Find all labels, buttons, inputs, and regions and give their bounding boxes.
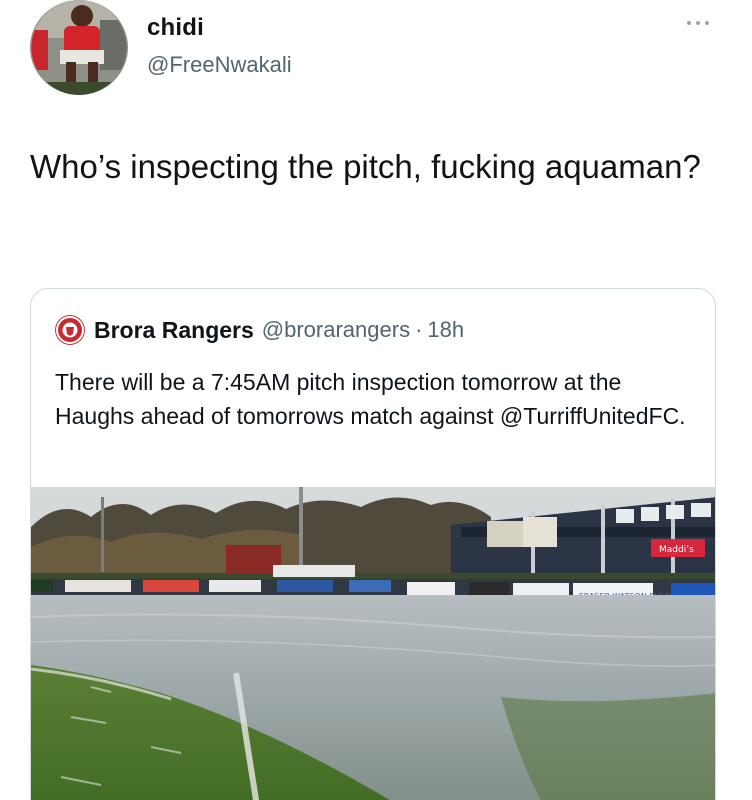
photo-image: Maddi’s FRASER-WATSON ELECTRICAL: [31, 487, 715, 800]
author-avatar[interactable]: [30, 0, 128, 95]
tweet-text: Who’s inspecting the pitch, fucking aqua…: [30, 148, 701, 185]
avatar-photo: [31, 0, 127, 95]
club-crest-icon: [55, 315, 85, 345]
more-horizontal-icon[interactable]: [681, 12, 717, 32]
quoted-author-name[interactable]: Brora Rangers: [94, 317, 254, 344]
quoted-tweet-text: There will be a 7:45AM pitch inspection …: [55, 369, 686, 429]
author-name[interactable]: chidi: [147, 14, 204, 42]
quoted-tweet-header: Brora Rangers @brorarangers · 18h: [55, 315, 464, 345]
quoted-tweet-card[interactable]: Brora Rangers @brorarangers · 18h There …: [30, 288, 716, 800]
flooded-pitch-photo[interactable]: Maddi’s FRASER-WATSON ELECTRICAL: [31, 487, 715, 800]
quoted-timestamp[interactable]: 18h: [427, 317, 464, 343]
banner-maddis: Maddi’s: [659, 545, 694, 555]
header-separator: ·: [415, 317, 423, 342]
quoted-author-handle[interactable]: @brorarangers: [262, 317, 410, 343]
author-handle[interactable]: @FreeNwakali: [147, 52, 292, 78]
